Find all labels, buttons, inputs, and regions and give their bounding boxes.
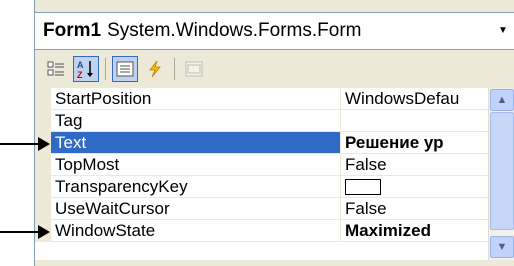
property-value[interactable]: Maximized [341, 220, 489, 242]
vertical-scrollbar[interactable]: ▲ ▼ [488, 88, 514, 260]
pointer-arrow-text [0, 143, 42, 145]
object-name: Form1 [43, 20, 102, 41]
toolbar-separator [174, 58, 175, 80]
property-value[interactable]: False [341, 154, 489, 176]
scroll-thumb[interactable] [490, 112, 514, 230]
property-row[interactable]: StartPosition WindowsDefau [35, 88, 489, 110]
property-row-selected[interactable]: Text Решение ур [35, 132, 489, 154]
row-gutter [35, 88, 51, 110]
property-name: Tag [51, 110, 341, 132]
scroll-down-icon[interactable]: ▼ [490, 236, 514, 258]
pointer-arrow-windowstate [0, 231, 42, 233]
property-name: UseWaitCursor [51, 198, 341, 220]
row-gutter [35, 110, 51, 132]
categorized-icon[interactable] [43, 56, 69, 82]
properties-icon[interactable] [112, 56, 138, 82]
svg-text:A: A [77, 60, 84, 70]
property-name: WindowState [51, 220, 341, 242]
property-name: TransparencyKey [51, 176, 341, 198]
row-gutter [35, 154, 51, 176]
properties-window: Form1 System.Windows.Forms.Form ▼ AZ Sta… [34, 0, 514, 266]
property-value[interactable] [341, 176, 489, 198]
property-row[interactable]: TopMost False [35, 154, 489, 176]
property-value[interactable]: False [341, 198, 489, 220]
property-value[interactable]: WindowsDefau [341, 88, 489, 110]
dropdown-arrow-icon[interactable]: ▼ [496, 23, 510, 37]
svg-text:Z: Z [77, 70, 83, 79]
alphabetical-icon[interactable]: AZ [73, 56, 99, 82]
color-swatch [345, 178, 381, 195]
properties-toolbar: AZ [35, 52, 514, 86]
property-value[interactable]: Решение ур [341, 132, 489, 154]
property-pages-icon[interactable] [181, 56, 207, 82]
property-row[interactable]: TransparencyKey [35, 176, 489, 198]
row-gutter [35, 198, 51, 220]
property-value[interactable] [341, 110, 489, 132]
object-selector[interactable]: Form1 System.Windows.Forms.Form ▼ [35, 12, 514, 50]
property-row[interactable]: UseWaitCursor False [35, 198, 489, 220]
arrow-head-icon [38, 137, 50, 151]
arrow-head-icon [38, 225, 50, 239]
property-name: StartPosition [51, 88, 341, 110]
row-gutter [35, 176, 51, 198]
property-row[interactable]: Tag [35, 110, 489, 132]
property-grid: StartPosition WindowsDefau Tag Text Реше… [35, 88, 514, 260]
object-type: System.Windows.Forms.Form [107, 20, 362, 41]
property-name: TopMost [51, 154, 341, 176]
property-row[interactable]: WindowState Maximized [35, 220, 489, 242]
scroll-up-icon[interactable]: ▲ [490, 89, 514, 111]
property-name: Text [51, 132, 341, 154]
events-icon[interactable] [142, 56, 168, 82]
toolbar-separator [105, 58, 106, 80]
